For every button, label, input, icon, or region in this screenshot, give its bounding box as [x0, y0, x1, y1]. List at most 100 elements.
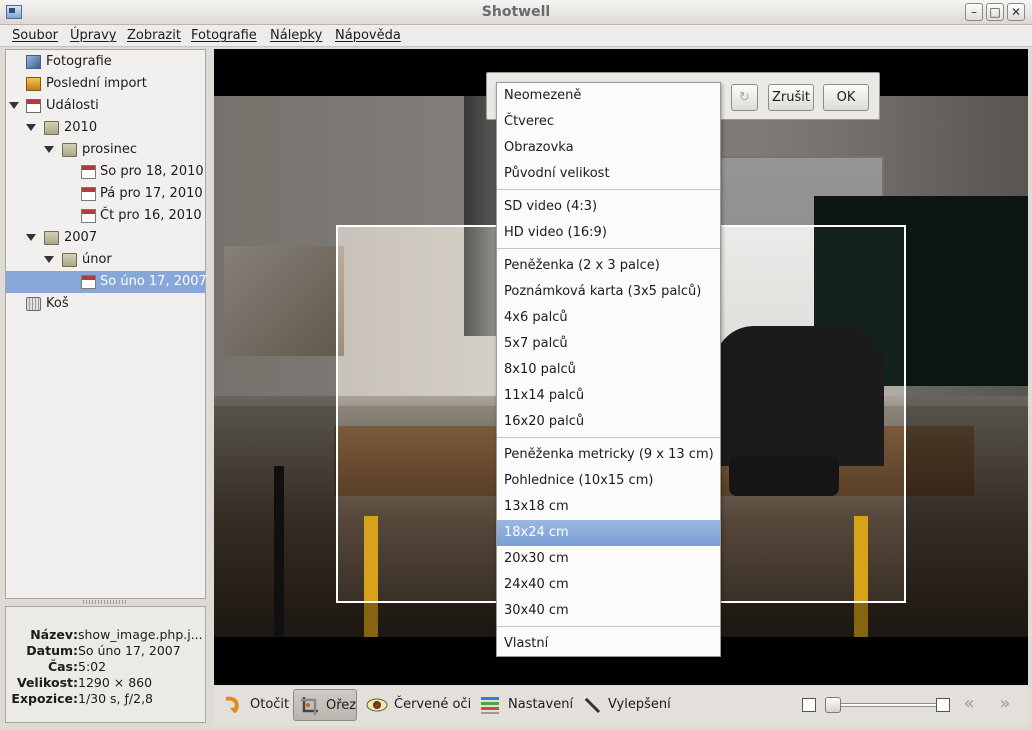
crop-option-24x40[interactable]: 24x40 cm — [497, 572, 720, 598]
arrow-left-icon[interactable]: « — [958, 694, 980, 716]
sidebar-item-event-2007-02-17[interactable]: So úno 17, 2007 — [6, 271, 207, 293]
crop-cancel-button[interactable]: Zrušit — [768, 84, 814, 111]
menu-bar: Soubor Úpravy Zobrazit Fotografie Nálepk… — [0, 25, 1032, 47]
sidebar-item-prosinec[interactable]: prosinec — [6, 139, 205, 161]
prop-time-value: 5:02 — [78, 659, 107, 674]
sidebar-item-events[interactable]: Události — [6, 95, 205, 117]
trash-icon — [26, 297, 41, 311]
folder-icon — [44, 231, 59, 245]
crop-icon — [300, 696, 320, 716]
menu-nalepky[interactable]: Nálepky — [270, 28, 322, 43]
crop-option-18x24[interactable]: 18x24 cm — [497, 520, 720, 546]
sidebar-item-label: 2007 — [64, 230, 98, 245]
menu-separator — [497, 189, 720, 190]
sidebar-item-unor[interactable]: únor — [6, 249, 205, 271]
magic-wand-icon — [582, 695, 602, 715]
crop-option-hd-video[interactable]: HD video (16:9) — [497, 220, 720, 246]
adjust-button[interactable]: Nastavení — [478, 689, 574, 721]
sidebar-item-photos[interactable]: Fotografie — [6, 51, 205, 73]
sidebar-item-last-import[interactable]: Poslední import — [6, 73, 205, 95]
arrow-right-icon[interactable]: » — [994, 694, 1016, 716]
sidebar-item-2010[interactable]: 2010 — [6, 117, 205, 139]
menu-upravy[interactable]: Úpravy — [70, 28, 116, 43]
zoom-slider-handle[interactable] — [824, 697, 841, 713]
prop-time-row: Čas: 5:02 — [6, 659, 205, 675]
sidebar-item-trash[interactable]: Koš — [6, 293, 205, 315]
crop-option-square[interactable]: Čtverec — [497, 109, 720, 135]
crop-option-wallet[interactable]: Peněženka (2 x 3 palce) — [497, 253, 720, 279]
pane-splitter-handle[interactable] — [83, 600, 127, 604]
crop-option-4x6[interactable]: 4x6 palců — [497, 305, 720, 331]
window-titlebar: Shotwell – □ ✕ — [0, 0, 1032, 25]
crop-ok-button[interactable]: OK — [823, 84, 869, 111]
sidebar-item-event-2010-12-17[interactable]: Pá pro 17, 2010 — [6, 183, 205, 205]
maximize-button[interactable]: □ — [986, 3, 1004, 21]
menu-separator — [497, 248, 720, 249]
sidebar-item-label: Čt pro 16, 2010 — [100, 208, 202, 223]
menu-soubor[interactable]: Soubor — [12, 28, 58, 43]
crop-option-postcard[interactable]: Pohlednice (10x15 cm) — [497, 468, 720, 494]
crop-option-screen[interactable]: Obrazovka — [497, 135, 720, 161]
expander-down-icon[interactable] — [9, 102, 19, 109]
prop-size-value: 1290 × 860 — [78, 675, 153, 690]
prop-exposure-row: Expozice: 1/30 s, ƒ/2,8 — [6, 691, 205, 707]
sidebar-item-event-2010-12-16[interactable]: Čt pro 16, 2010 — [6, 205, 205, 227]
crop-option-20x30[interactable]: 20x30 cm — [497, 546, 720, 572]
crop-button[interactable]: Ořez — [293, 689, 357, 721]
crop-option-sd-video[interactable]: SD video (4:3) — [497, 194, 720, 220]
crop-option-30x40[interactable]: 30x40 cm — [497, 598, 720, 624]
prop-name-row: Název: show_image.php.j... — [6, 627, 205, 643]
sidebar-tree: Fotografie Poslední import Události 2010… — [5, 49, 207, 599]
eye-icon — [366, 695, 388, 715]
minimize-button[interactable]: – — [965, 3, 983, 21]
properties-panel: Název: show_image.php.j... Datum: So úno… — [5, 606, 206, 723]
enhance-label: Vylepšení — [608, 697, 671, 712]
crop-option-original[interactable]: Původní velikost — [497, 161, 720, 187]
expander-down-icon[interactable] — [26, 124, 36, 131]
zoom-in-icon[interactable] — [936, 698, 950, 712]
enhance-button[interactable]: Vylepšení — [580, 689, 680, 721]
crop-option-5x7[interactable]: 5x7 palců — [497, 331, 720, 357]
redeye-button[interactable]: Červené oči — [364, 689, 474, 721]
crop-option-8x10[interactable]: 8x10 palců — [497, 357, 720, 383]
sidebar-item-label: Fotografie — [46, 54, 112, 69]
crop-orientation-button[interactable]: ↻ — [731, 84, 758, 111]
crop-option-13x18[interactable]: 13x18 cm — [497, 494, 720, 520]
sliders-icon — [480, 695, 500, 715]
crop-option-11x14[interactable]: 11x14 palců — [497, 383, 720, 409]
calendar-icon — [81, 187, 96, 201]
sidebar-item-2007[interactable]: 2007 — [6, 227, 205, 249]
expander-down-icon[interactable] — [44, 146, 54, 153]
sidebar-item-label: 2010 — [64, 120, 98, 135]
prop-size-key: Velikost: — [16, 675, 78, 690]
calendar-icon — [81, 275, 96, 289]
sidebar-item-label: únor — [82, 252, 112, 267]
menu-zobrazit[interactable]: Zobrazit — [127, 28, 181, 43]
editing-toolbar: Otočit Ořez Červené oči Nastavení Vylepš… — [214, 686, 1028, 726]
zoom-out-icon[interactable] — [802, 698, 816, 712]
crop-constraint-dropdown[interactable]: Neomezeně Čtverec Obrazovka Původní veli… — [496, 82, 721, 657]
sidebar-item-event-2010-12-18[interactable]: So pro 18, 2010 — [6, 161, 205, 183]
sidebar-item-label: Události — [46, 98, 99, 113]
expander-down-icon[interactable] — [26, 234, 36, 241]
rotate-icon — [222, 695, 242, 715]
zoom-slider-track[interactable] — [830, 703, 940, 707]
menu-napoveda[interactable]: Nápověda — [335, 28, 401, 43]
rotate-frame-icon: ↻ — [739, 90, 750, 105]
prop-date-value: So úno 17, 2007 — [78, 643, 181, 658]
prop-name-value: show_image.php.j... — [78, 627, 203, 642]
menu-fotografie[interactable]: Fotografie — [191, 28, 257, 43]
expander-down-icon[interactable] — [44, 256, 54, 263]
crop-option-unconstrained[interactable]: Neomezeně — [497, 83, 720, 109]
rotate-button[interactable]: Otočit — [218, 689, 290, 721]
crop-option-16x20[interactable]: 16x20 palců — [497, 409, 720, 435]
menu-separator — [497, 626, 720, 627]
crop-option-wallet-metric[interactable]: Peněženka metricky (9 x 13 cm) — [497, 442, 720, 468]
crop-option-note-card[interactable]: Poznámková karta (3x5 palců) — [497, 279, 720, 305]
redeye-label: Červené oči — [394, 697, 472, 712]
sidebar-item-label: Koš — [46, 296, 69, 311]
crop-option-custom[interactable]: Vlastní — [497, 631, 720, 657]
sidebar-item-label: So úno 17, 2007 — [100, 274, 207, 289]
prop-date-row: Datum: So úno 17, 2007 — [6, 643, 205, 659]
close-button[interactable]: ✕ — [1007, 3, 1025, 21]
